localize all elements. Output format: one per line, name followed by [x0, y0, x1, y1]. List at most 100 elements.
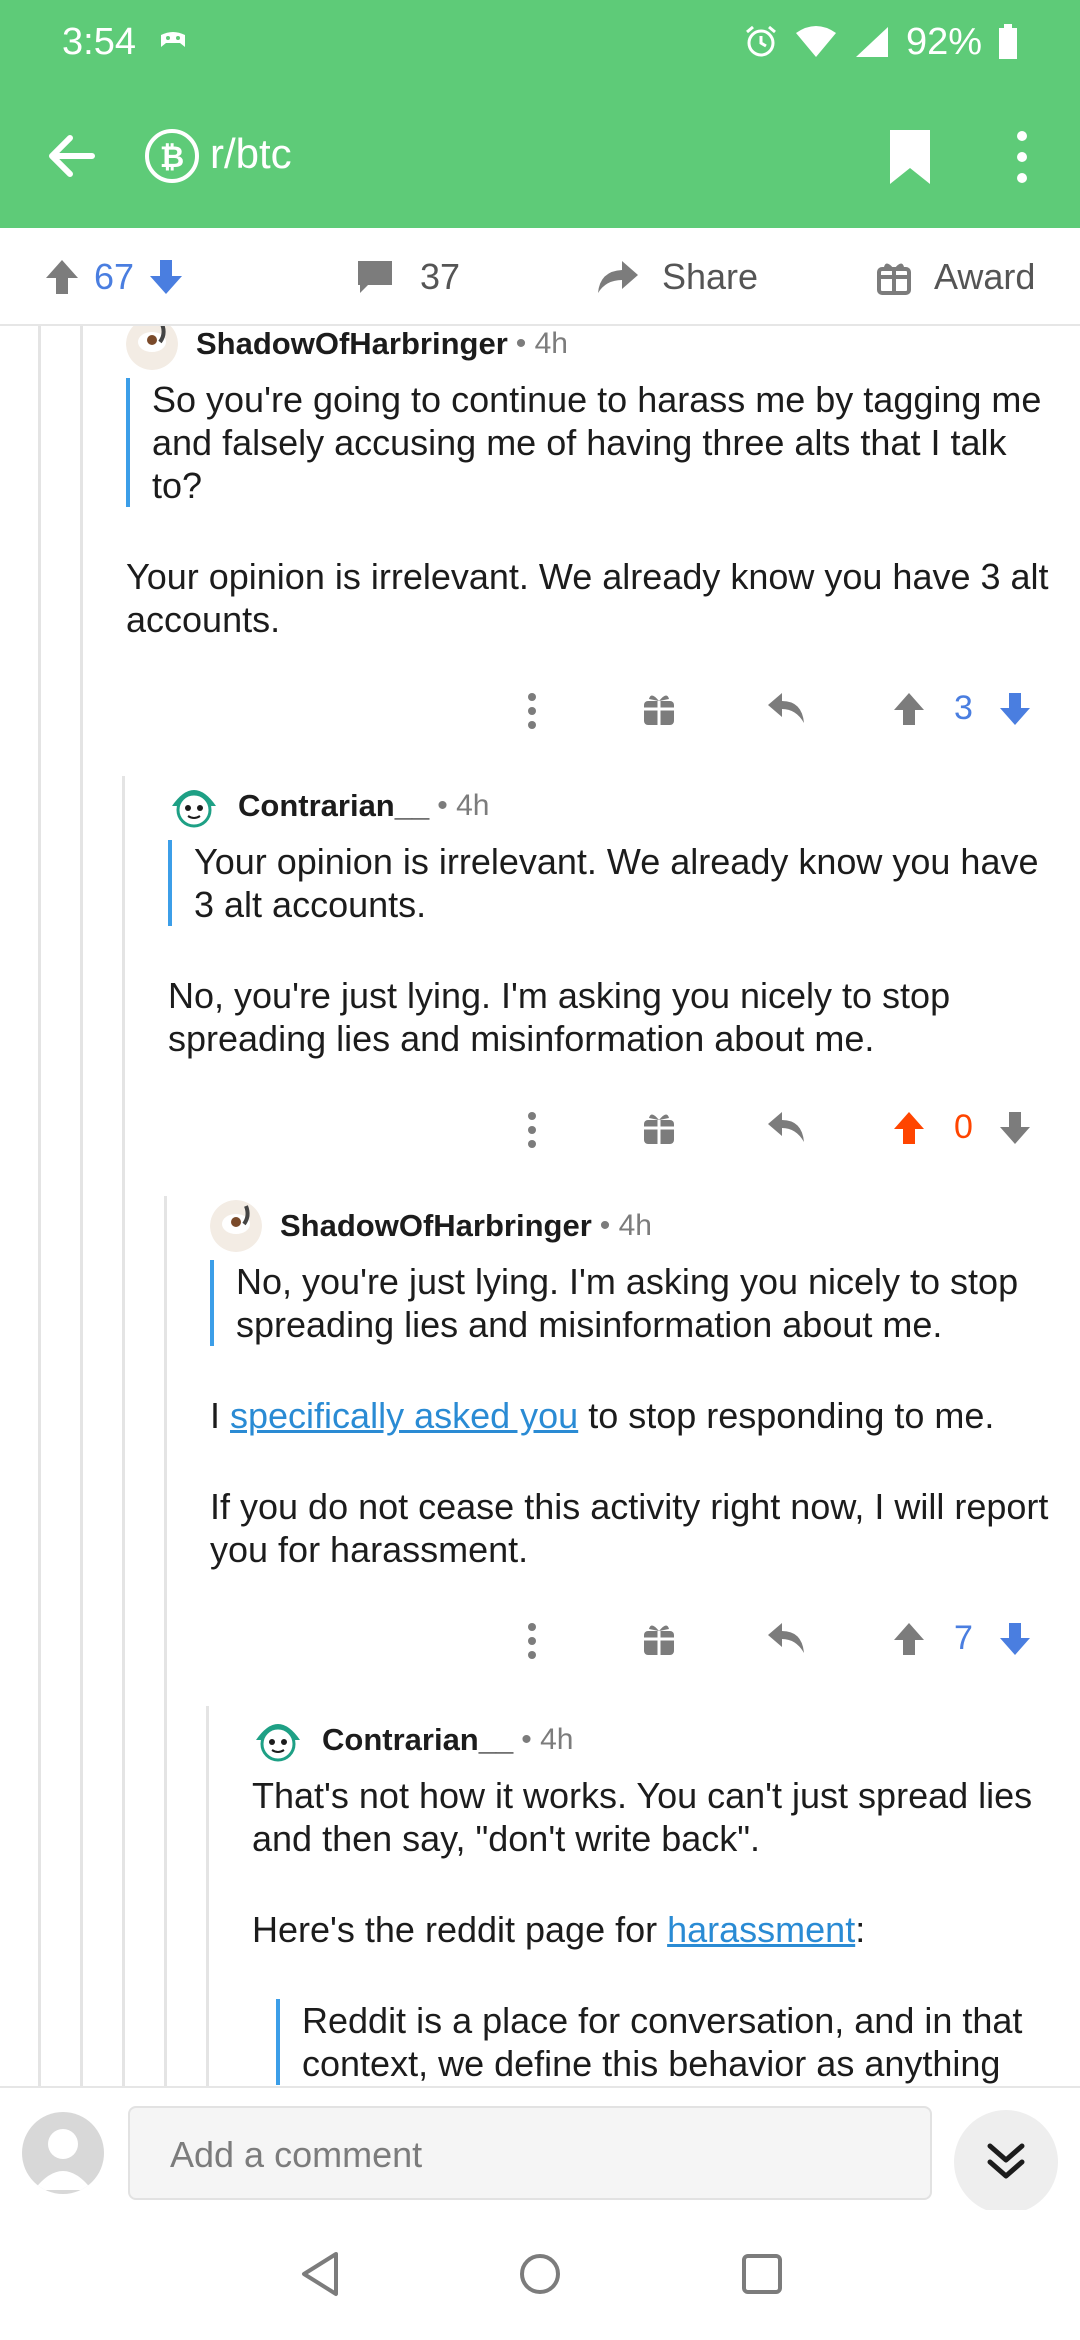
comment-icon: [358, 261, 392, 293]
more-options-icon[interactable]: [526, 1110, 538, 1150]
comment-header: Contrarian__ • 4h: [168, 778, 1062, 834]
user-silhouette-icon: [34, 2129, 92, 2190]
comment-header: ShadowOfHarbringer • 4h: [126, 326, 1062, 372]
status-icons: 92%: [744, 21, 1018, 64]
comment-actions: 3: [126, 677, 1062, 747]
avatar[interactable]: [252, 1714, 304, 1766]
subreddit-name[interactable]: r/btc: [210, 130, 292, 178]
comment-body: If you do not cease this activity right …: [210, 1486, 1049, 1570]
reply-icon[interactable]: [766, 1621, 806, 1655]
comment-composer-bar: Add a comment: [0, 2086, 1080, 2214]
comments-count: 37: [420, 256, 461, 297]
back-triangle-icon[interactable]: [298, 2250, 342, 2298]
battery-icon: [999, 24, 1017, 59]
back-arrow-icon[interactable]: [44, 128, 100, 184]
upvote-icon[interactable]: [892, 1621, 926, 1657]
comment-actions: 7: [210, 1607, 1062, 1677]
comment-age: • 4h: [515, 327, 568, 360]
comment-age-value: 4h: [534, 327, 568, 360]
thread-rail: [80, 326, 83, 2086]
comment-body: That's not how it works. You can't just …: [252, 1775, 1033, 1859]
more-options-icon[interactable]: [526, 1621, 538, 1661]
comment-thread: ShadowOfHarbringer • 4h So you're going …: [0, 326, 1080, 2086]
downvote-icon[interactable]: [998, 691, 1032, 727]
comment: Contrarian__ • 4h That's not how it work…: [252, 1712, 1062, 2085]
comment-text: I: [210, 1395, 231, 1436]
comment-author[interactable]: Contrarian__: [238, 788, 429, 824]
comment-author[interactable]: Contrarian__: [322, 1722, 513, 1758]
user-avatar[interactable]: [22, 2112, 104, 2194]
comment: ShadowOfHarbringer • 4h So you're going …: [126, 326, 1062, 747]
comment-link[interactable]: harassment: [667, 1909, 855, 1950]
comment-score: 0: [954, 1108, 973, 1146]
avatar[interactable]: [210, 1200, 262, 1252]
comment-quote: Reddit is a place for conversation, and …: [276, 1999, 1062, 2085]
comment-text: to stop responding to me.: [578, 1395, 995, 1436]
share-button[interactable]: Share: [596, 256, 758, 298]
thread-rail: [122, 776, 125, 2086]
award-button[interactable]: Award: [876, 256, 1035, 298]
comment: Contrarian__ • 4h Your opinion is irrele…: [168, 778, 1062, 1166]
recents-square-icon[interactable]: [740, 2250, 784, 2298]
reply-icon[interactable]: [766, 691, 806, 725]
comment: ShadowOfHarbringer • 4h No, you're just …: [210, 1198, 1062, 1677]
comment-body: I specifically asked you to stop respond…: [210, 1394, 1062, 1437]
jump-down-button[interactable]: [954, 2110, 1058, 2214]
avatar[interactable]: [168, 780, 220, 832]
bookmark-icon[interactable]: [888, 128, 932, 186]
comment-author[interactable]: ShadowOfHarbringer: [196, 326, 508, 362]
comment-body: Your opinion is irrelevant. We already k…: [126, 556, 1049, 640]
gift-icon[interactable]: [642, 691, 676, 727]
share-icon: [598, 261, 638, 293]
add-comment-input[interactable]: Add a comment: [128, 2106, 932, 2200]
bitcoin-cash-icon[interactable]: ₿: [144, 128, 200, 184]
comment-score: 7: [954, 1619, 973, 1657]
wifi-icon: [795, 26, 836, 57]
double-chevron-down-icon: [987, 2143, 1025, 2179]
more-options-icon[interactable]: [1008, 128, 1036, 186]
gift-icon[interactable]: [642, 1621, 676, 1657]
downvote-icon[interactable]: [998, 1621, 1032, 1657]
comment-text: Here's the reddit page for: [252, 1909, 668, 1950]
comment-actions: 0: [168, 1096, 1062, 1166]
upvote-icon[interactable]: [892, 691, 926, 727]
thread-rail: [38, 326, 41, 2086]
comment-age: • 4h: [437, 789, 490, 822]
comment-link[interactable]: specifically asked you: [230, 1395, 578, 1436]
award-label: Award: [934, 256, 1036, 297]
comment-body: Here's the reddit page for harassment:: [252, 1908, 1062, 1951]
comment-author[interactable]: ShadowOfHarbringer: [280, 1208, 592, 1244]
signal-icon: [855, 27, 888, 57]
comment-age-value: 4h: [456, 789, 490, 822]
more-options-icon[interactable]: [526, 691, 538, 731]
comment-header: Contrarian__ • 4h: [252, 1712, 1062, 1768]
share-label: Share: [662, 256, 759, 297]
gift-icon: [877, 263, 911, 295]
downvote-icon[interactable]: [998, 1110, 1032, 1146]
reply-icon[interactable]: [766, 1110, 806, 1144]
comment-age: • 4h: [521, 1723, 574, 1756]
upvote-icon[interactable]: [892, 1110, 926, 1146]
comment-quote: So you're going to continue to harass me…: [126, 378, 1062, 507]
thread-rail: [164, 1196, 167, 2086]
upvote-icon[interactable]: [44, 258, 80, 296]
post-action-bar: 67 37 Share Award: [0, 228, 1080, 326]
comment-header: ShadowOfHarbringer • 4h: [210, 1198, 1062, 1254]
avatar[interactable]: [126, 326, 178, 370]
home-circle-icon[interactable]: [518, 2250, 562, 2298]
status-time: 3:54: [62, 20, 136, 63]
comments-count-button[interactable]: 37: [356, 256, 460, 298]
status-bar: 3:54 92%: [0, 0, 1080, 84]
comment-age-value: 4h: [618, 1209, 652, 1242]
comment-score: 3: [954, 689, 973, 727]
comment-quote: Your opinion is irrelevant. We already k…: [168, 840, 1062, 926]
comment-quote: No, you're just lying. I'm asking you ni…: [210, 1260, 1062, 1346]
svg-text:₿: ₿: [160, 140, 184, 175]
app-bar: ₿ r/btc: [0, 84, 1080, 228]
downvote-icon[interactable]: [148, 258, 184, 296]
comment-body: No, you're just lying. I'm asking you ni…: [168, 975, 951, 1059]
thread-rail: [206, 1706, 209, 2086]
battery-percent: 92%: [905, 20, 982, 63]
game-controller-icon: [160, 32, 185, 47]
gift-icon[interactable]: [642, 1110, 676, 1146]
